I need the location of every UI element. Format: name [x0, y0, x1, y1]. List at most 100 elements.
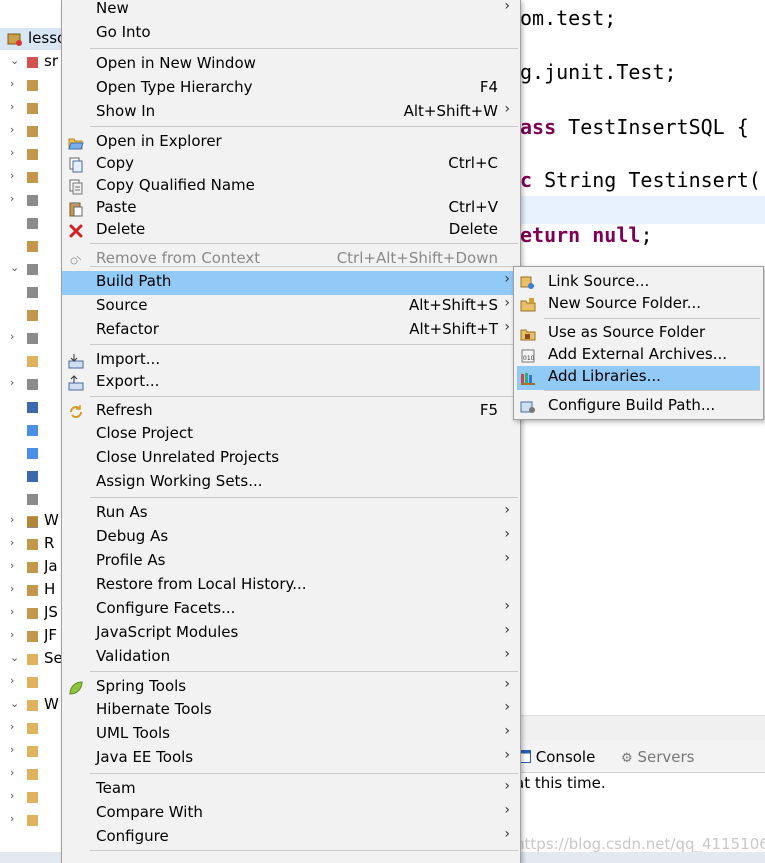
tree-item[interactable]	[0, 281, 62, 303]
chevron-right-icon[interactable]: ›	[10, 376, 14, 389]
tree-item[interactable]: ›	[0, 671, 62, 693]
chevron-right-icon[interactable]: ›	[10, 123, 14, 136]
tree-item[interactable]	[0, 488, 62, 510]
chevron-down-icon[interactable]: ⌄	[10, 697, 19, 710]
menu-item-open-in-explorer[interactable]: Open in Explorer	[62, 131, 520, 155]
chevron-down-icon[interactable]: ⌄	[10, 651, 19, 664]
chevron-right-icon[interactable]: ›	[10, 743, 14, 756]
tree-item[interactable]: ›	[0, 717, 62, 739]
menu-item-build-path[interactable]: Build Path ›	[62, 271, 520, 295]
menu-item-configure-facets[interactable]: Configure Facets... ›	[62, 598, 520, 622]
menu-item-import[interactable]: Import...	[62, 349, 520, 373]
chevron-right-icon[interactable]: ›	[10, 192, 14, 205]
submenu-item-link-source[interactable]: Link Source...	[514, 271, 763, 295]
tree-item[interactable]: ›	[0, 166, 62, 188]
tree-item[interactable]	[0, 304, 62, 326]
tab-servers[interactable]: ⚙ Servers	[621, 748, 694, 766]
menu-item-compare-with[interactable]: Compare With ›	[62, 802, 520, 826]
tree-item[interactable]: ›	[0, 809, 62, 831]
menu-item-restore-from-local-history[interactable]: Restore from Local History...	[62, 574, 520, 598]
menu-item-close-unrelated-projects[interactable]: Close Unrelated Projects	[62, 447, 520, 471]
chevron-right-icon[interactable]: ›	[10, 169, 14, 182]
tree-item[interactable]	[0, 465, 62, 487]
menu-item-close-project[interactable]: Close Project	[62, 423, 520, 447]
menu-item-copy-qualified-name[interactable]: Copy Qualified Name	[62, 175, 520, 199]
chevron-right-icon[interactable]: ›	[10, 766, 14, 779]
chevron-right-icon[interactable]: ›	[10, 812, 14, 825]
chevron-right-icon[interactable]: ›	[10, 559, 14, 572]
chevron-right-icon[interactable]: ›	[10, 605, 14, 618]
tree-item[interactable]: ›	[0, 120, 62, 142]
tree-item[interactable]	[0, 350, 62, 372]
tree-item[interactable]	[0, 419, 62, 441]
submenu-item-use-as-source-folder[interactable]: Use as Source Folder	[514, 322, 763, 346]
submenu-item-new-source-folder[interactable]: New Source Folder...	[514, 293, 763, 317]
submenu-item-add-external-archives[interactable]: 010 Add External Archives...	[514, 344, 763, 368]
tree-item[interactable]: ⌄	[0, 258, 62, 280]
menu-item-show-in[interactable]: Show In Alt+Shift+W ›	[62, 101, 520, 125]
tree-item[interactable]: ›	[0, 189, 62, 211]
chevron-right-icon[interactable]: ›	[10, 100, 14, 113]
tree-item[interactable]: ›	[0, 763, 62, 785]
chevron-right-icon[interactable]: ›	[10, 674, 14, 687]
tree-item[interactable]: › JF	[0, 625, 62, 647]
menu-item-run-as[interactable]: Run As ›	[62, 502, 520, 526]
tab-console[interactable]: Console	[517, 748, 595, 766]
tree-item[interactable]	[0, 396, 62, 418]
menu-item-export[interactable]: Export...	[62, 371, 520, 395]
tree-item[interactable]: ⌄ sr	[0, 51, 62, 73]
menu-item-source[interactable]: Source Alt+Shift+S ›	[62, 295, 520, 319]
tree-item[interactable]: ›	[0, 786, 62, 808]
menu-item-paste[interactable]: Paste Ctrl+V	[62, 197, 520, 221]
tree-item[interactable]: ›	[0, 97, 62, 119]
tree-item[interactable]: › R	[0, 533, 62, 555]
menu-item-team[interactable]: Team ›	[62, 778, 520, 802]
submenu-item-configure-build-path[interactable]: Configure Build Path...	[514, 395, 763, 419]
chevron-right-icon[interactable]: ›	[10, 720, 14, 733]
menu-item-delete[interactable]: Delete Delete	[62, 219, 520, 243]
tree-item[interactable]	[0, 235, 62, 257]
menu-item-refresh[interactable]: Refresh F5	[62, 400, 520, 424]
tree-item[interactable]: ›	[0, 740, 62, 762]
project-tree-item[interactable]: lesso	[0, 28, 66, 50]
chevron-right-icon[interactable]: ›	[10, 77, 14, 90]
submenu-item-add-libraries[interactable]: Add Libraries...	[517, 366, 760, 390]
menu-item-debug-as[interactable]: Debug As ›	[62, 526, 520, 550]
chevron-right-icon[interactable]: ›	[10, 789, 14, 802]
tree-item[interactable]: ›	[0, 327, 62, 349]
chevron-right-icon[interactable]: ›	[10, 628, 14, 641]
menu-item-copy[interactable]: Copy Ctrl+C	[62, 153, 520, 177]
tree-item[interactable]	[0, 442, 62, 464]
chevron-down-icon[interactable]: ⌄	[10, 261, 19, 274]
chevron-right-icon[interactable]: ›	[10, 146, 14, 159]
chevron-right-icon[interactable]: ›	[10, 582, 14, 595]
editor-horizontal-scrollbar[interactable]	[520, 715, 765, 740]
tree-item[interactable]	[0, 212, 62, 234]
menu-item-new[interactable]: New ›	[62, 0, 520, 22]
chevron-down-icon[interactable]: ⌄	[10, 54, 19, 67]
menu-item-uml-tools[interactable]: UML Tools ›	[62, 723, 520, 747]
menu-item-open-in-new-window[interactable]: Open in New Window	[62, 53, 520, 77]
menu-item-validation[interactable]: Validation ›	[62, 646, 520, 670]
tree-item[interactable]: ›	[0, 373, 62, 395]
menu-item-javascript-modules[interactable]: JavaScript Modules ›	[62, 622, 520, 646]
menu-item-spring-tools[interactable]: Spring Tools ›	[62, 676, 520, 700]
tree-item[interactable]: ›	[0, 74, 62, 96]
menu-item-go-into[interactable]: Go Into	[62, 22, 520, 46]
chevron-right-icon[interactable]: ›	[10, 536, 14, 549]
menu-item-java-ee-tools[interactable]: Java EE Tools ›	[62, 747, 520, 771]
tree-item[interactable]: › JS	[0, 602, 62, 624]
tree-item[interactable]: › Ja	[0, 556, 62, 578]
menu-item-hibernate-tools[interactable]: Hibernate Tools ›	[62, 699, 520, 723]
menu-item-profile-as[interactable]: Profile As ›	[62, 550, 520, 574]
tree-item[interactable]: › W	[0, 510, 62, 532]
menu-item-refactor[interactable]: Refactor Alt+Shift+T ›	[62, 319, 520, 343]
tree-item[interactable]: ›	[0, 143, 62, 165]
tree-item[interactable]: ⌄ W	[0, 694, 62, 716]
menu-item-configure[interactable]: Configure ›	[62, 826, 520, 850]
chevron-right-icon[interactable]: ›	[10, 330, 14, 343]
chevron-right-icon[interactable]: ›	[10, 513, 14, 526]
tree-item[interactable]: ⌄ Se	[0, 648, 62, 670]
tree-item[interactable]: › H	[0, 579, 62, 601]
menu-item-assign-working-sets[interactable]: Assign Working Sets...	[62, 471, 520, 495]
